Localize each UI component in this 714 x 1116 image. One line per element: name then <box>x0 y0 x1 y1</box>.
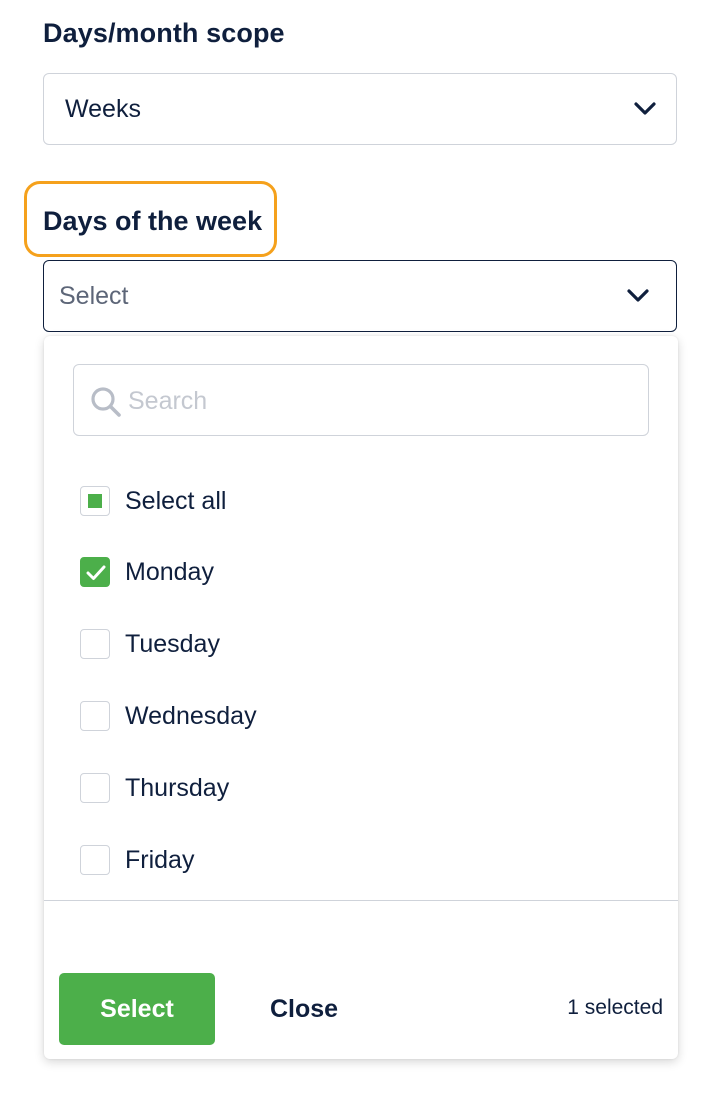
select-all-checkbox[interactable] <box>80 486 110 516</box>
option-tuesday[interactable]: Tuesday <box>80 624 640 664</box>
search-box[interactable] <box>73 364 649 436</box>
monday-checkbox[interactable] <box>80 557 110 587</box>
select-all-option[interactable]: Select all <box>80 481 640 521</box>
option-label: Thursday <box>125 773 230 802</box>
selected-count: 1 selected <box>567 996 663 1019</box>
option-label: Wednesday <box>125 701 257 730</box>
scope-select-value: Weeks <box>65 95 141 123</box>
option-label: Friday <box>125 845 195 874</box>
option-wednesday[interactable]: Wednesday <box>80 696 640 736</box>
scope-select[interactable]: Weeks <box>43 73 677 145</box>
friday-checkbox[interactable] <box>80 845 110 875</box>
option-friday[interactable]: Friday <box>80 840 640 880</box>
option-label: Monday <box>125 557 214 586</box>
select-button[interactable]: Select <box>59 973 215 1045</box>
chevron-down-icon <box>634 102 656 115</box>
option-label: Tuesday <box>125 629 220 658</box>
days-label: Days of the week <box>43 206 263 236</box>
option-thursday[interactable]: Thursday <box>80 768 640 808</box>
thursday-checkbox[interactable] <box>80 773 110 803</box>
select-all-label: Select all <box>125 486 227 515</box>
checkmark-icon <box>86 565 106 580</box>
days-select-placeholder: Select <box>59 282 129 310</box>
tuesday-checkbox[interactable] <box>80 629 110 659</box>
page: Days/month scope Weeks Days of the week … <box>0 0 714 1116</box>
search-input[interactable] <box>128 379 628 423</box>
option-monday[interactable]: Monday <box>80 552 640 592</box>
close-button[interactable]: Close <box>254 973 354 1045</box>
wednesday-checkbox[interactable] <box>80 701 110 731</box>
chevron-down-icon <box>627 289 649 302</box>
divider <box>44 900 678 901</box>
scope-label: Days/month scope <box>43 18 285 48</box>
search-icon <box>91 387 121 417</box>
days-dropdown-panel: Select all Monday Tuesday Wednesday Thur… <box>44 336 678 1059</box>
days-select[interactable]: Select <box>43 260 677 332</box>
